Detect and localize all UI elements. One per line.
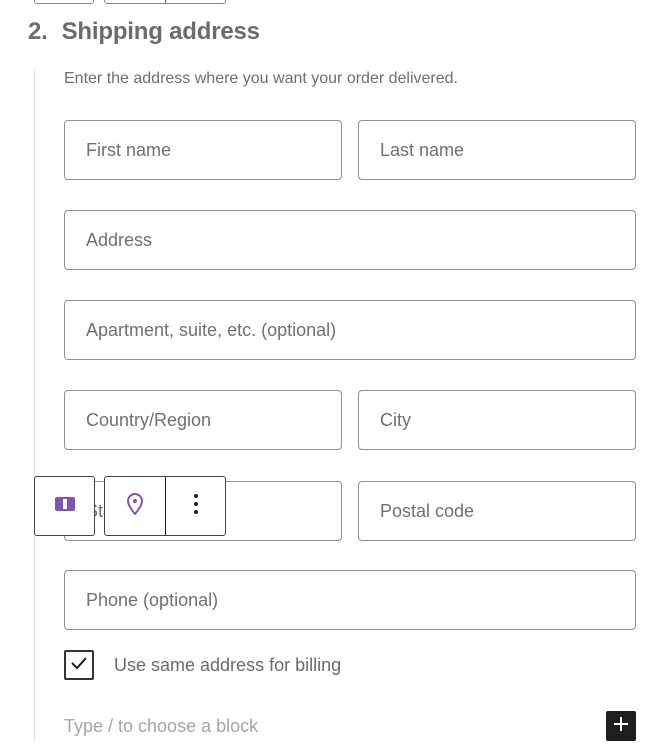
plus-icon bbox=[612, 715, 630, 738]
previous-toolbar-stub bbox=[34, 0, 94, 4]
checkmark-icon bbox=[70, 656, 88, 675]
block-type-button[interactable] bbox=[35, 477, 94, 535]
first-name-field[interactable]: First name bbox=[64, 120, 342, 180]
same-billing-label[interactable]: Use same address for billing bbox=[114, 655, 341, 676]
block-appender-placeholder[interactable]: Type / to choose a block bbox=[64, 716, 258, 737]
address-label: Address bbox=[86, 230, 153, 250]
section-title: 2. Shipping address bbox=[28, 18, 260, 46]
section-number: 2. bbox=[28, 18, 48, 45]
country-region-field[interactable]: Country/Region bbox=[64, 390, 342, 450]
city-field[interactable]: City bbox=[358, 390, 636, 450]
phone-label: Phone (optional) bbox=[86, 590, 219, 610]
add-block-button[interactable] bbox=[606, 711, 636, 741]
section-description: Enter the address where you want your or… bbox=[64, 70, 458, 87]
last-name-label: Last name bbox=[380, 140, 465, 160]
billing-checkbox-row: Use same address for billing bbox=[64, 650, 341, 680]
block-toolbar-parent bbox=[34, 476, 95, 536]
address-field[interactable]: Address bbox=[64, 210, 636, 270]
map-pin-icon bbox=[125, 492, 145, 521]
more-vertical-icon bbox=[193, 493, 199, 520]
postal-code-field[interactable]: Postal code bbox=[358, 481, 636, 541]
section-rail bbox=[34, 70, 35, 742]
apartment-label: Apartment, suite, etc. (optional) bbox=[86, 320, 337, 340]
city-label: City bbox=[380, 410, 411, 430]
postal-code-label: Postal code bbox=[380, 501, 475, 521]
same-billing-checkbox[interactable] bbox=[64, 650, 94, 680]
section-title-text: Shipping address bbox=[61, 18, 260, 45]
columns-icon bbox=[54, 496, 76, 517]
options-button[interactable] bbox=[165, 477, 225, 535]
previous-toolbar-stub bbox=[104, 0, 226, 4]
phone-field[interactable]: Phone (optional) bbox=[64, 570, 636, 630]
last-name-field[interactable]: Last name bbox=[358, 120, 636, 180]
first-name-label: First name bbox=[86, 140, 172, 160]
apartment-field[interactable]: Apartment, suite, etc. (optional) bbox=[64, 300, 636, 360]
location-button[interactable] bbox=[105, 477, 165, 535]
country-region-label: Country/Region bbox=[86, 410, 212, 430]
block-toolbar bbox=[104, 476, 226, 536]
